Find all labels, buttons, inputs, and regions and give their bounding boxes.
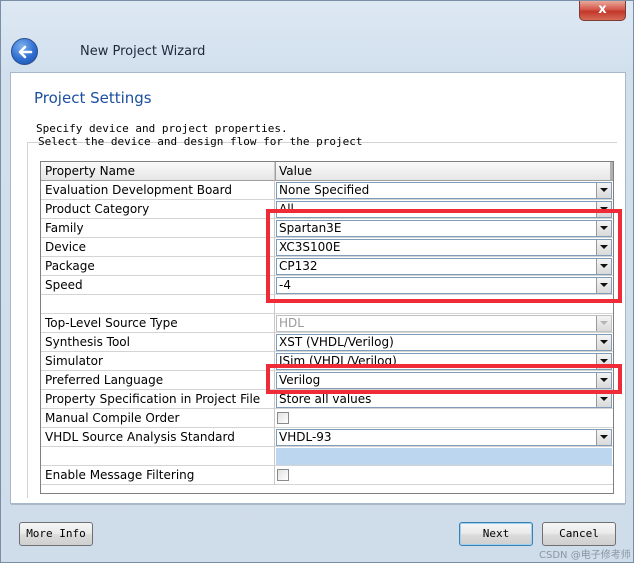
property-name: Evaluation Development Board — [41, 181, 275, 200]
property-value-cell: VHDL-93 — [275, 428, 613, 447]
property-name: Preferred Language — [41, 371, 275, 390]
watermark: CSDN @电子修考师 — [539, 550, 631, 561]
page-title: Project Settings — [34, 89, 152, 107]
property-value-cell: XST (VHDL/Verilog) — [275, 333, 613, 352]
group-caption: Select the device and design flow for th… — [38, 135, 363, 148]
property-row: VHDL Source Analysis Standard VHDL-93 — [41, 428, 613, 447]
property-checkbox[interactable] — [277, 469, 289, 481]
property-row: Synthesis Tool XST (VHDL/Verilog) — [41, 333, 613, 352]
highlight-device-box — [266, 209, 622, 303]
property-value-dropdown[interactable]: None Specified — [276, 182, 612, 199]
property-value-cell — [275, 466, 613, 485]
selected-value-cell[interactable] — [276, 448, 612, 465]
window-title: New Project Wizard — [80, 44, 206, 59]
property-name: Simulator — [41, 352, 275, 371]
back-button[interactable] — [11, 38, 38, 65]
close-button[interactable]: x — [579, 1, 626, 21]
next-button[interactable]: Next — [459, 522, 533, 546]
chevron-down-icon[interactable] — [596, 183, 611, 198]
header-property-name[interactable]: Property Name — [41, 162, 275, 181]
property-name: Top-Level Source Type — [41, 314, 275, 333]
dropdown-value: Store all values — [279, 392, 372, 406]
property-value-cell — [275, 409, 613, 428]
more-info-button[interactable]: More Info — [19, 522, 93, 546]
property-name: Property Specification in Project File — [41, 390, 275, 409]
close-icon: x — [598, 2, 607, 17]
highlight-language-box — [266, 364, 622, 394]
back-arrow-icon — [18, 45, 33, 59]
property-name: Synthesis Tool — [41, 333, 275, 352]
dropdown-value: None Specified — [279, 183, 370, 197]
property-name — [41, 295, 275, 314]
dropdown-value: VHDL-93 — [279, 430, 332, 444]
property-name: Speed — [41, 276, 275, 295]
chevron-down-icon[interactable] — [596, 430, 611, 445]
dropdown-value: HDL — [279, 316, 304, 330]
property-value-cell — [275, 447, 613, 466]
chevron-down-icon[interactable] — [596, 392, 611, 407]
property-name: Package — [41, 257, 275, 276]
property-name: Enable Message Filtering — [41, 466, 275, 485]
property-name: VHDL Source Analysis Standard — [41, 428, 275, 447]
property-checkbox[interactable] — [277, 412, 289, 424]
property-value-cell: None Specified — [275, 181, 613, 200]
property-value-dropdown: HDL — [276, 315, 612, 332]
property-row — [41, 447, 613, 466]
chevron-down-icon — [596, 316, 611, 331]
property-value-dropdown[interactable]: XST (VHDL/Verilog) — [276, 334, 612, 351]
wizard-window: x New Project Wizard Project Settings Sp… — [0, 0, 634, 563]
property-row: Top-Level Source Type HDL — [41, 314, 613, 333]
property-name: Device — [41, 238, 275, 257]
dropdown-value: XST (VHDL/Verilog) — [279, 335, 394, 349]
property-name: Manual Compile Order — [41, 409, 275, 428]
chevron-down-icon[interactable] — [596, 335, 611, 350]
property-row: Manual Compile Order — [41, 409, 613, 428]
grid-header: Property Name Value — [41, 162, 613, 181]
cancel-button[interactable]: Cancel — [542, 522, 616, 546]
property-row: Enable Message Filtering — [41, 466, 613, 485]
page-description: Specify device and project properties. — [36, 122, 288, 135]
property-name: Family — [41, 219, 275, 238]
property-row: Evaluation Development Board None Specifi… — [41, 181, 613, 200]
property-name — [41, 447, 275, 466]
property-name: Product Category — [41, 200, 275, 219]
header-value[interactable]: Value — [275, 162, 613, 181]
divider — [11, 504, 625, 505]
property-value-cell: HDL — [275, 314, 613, 333]
property-value-dropdown[interactable]: VHDL-93 — [276, 429, 612, 446]
